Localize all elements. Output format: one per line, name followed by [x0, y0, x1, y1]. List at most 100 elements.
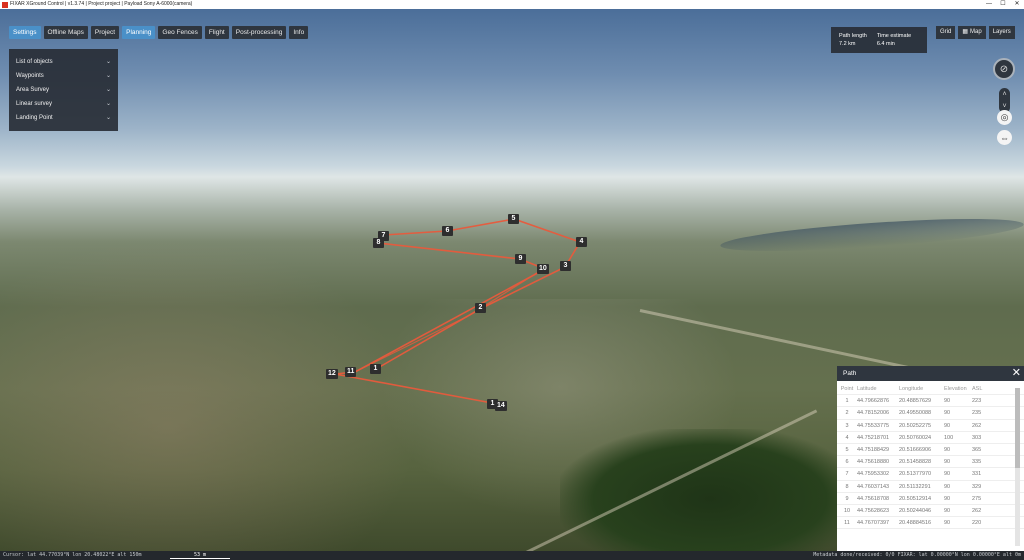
table-cell: 90	[944, 471, 951, 478]
table-cell: 20.48884516	[899, 520, 932, 527]
waypoint-marker[interactable]: 12	[326, 369, 338, 379]
window-titlebar: FIXAR XGround Control | v1.3.74 | Projec…	[0, 0, 1024, 9]
table-cell: 20.50244046	[899, 507, 932, 514]
table-row[interactable]: 9 44.75618708 20.50512914 90 275	[837, 493, 1024, 505]
layers-button[interactable]: Layers	[988, 26, 1015, 39]
table-cell: 44.75218701	[857, 434, 890, 441]
waypoint-marker[interactable]: 1	[370, 364, 381, 374]
scrollbar-thumb[interactable]	[1015, 388, 1020, 468]
path-length-value: 7.2 km	[839, 41, 856, 47]
table-cell: 44.75628623	[857, 507, 890, 514]
table-cell: 9	[845, 495, 849, 502]
view-toolbar: Grid ▦ Map Layers	[936, 26, 1015, 39]
table-row[interactable]: 3 44.75533775 20.50252275 90 262	[837, 420, 1024, 432]
table-cell: 20.51666906	[899, 446, 932, 453]
table-row[interactable]: 7 44.75953302 20.51377970 90 331	[837, 468, 1024, 481]
table-cell: 4	[845, 434, 849, 441]
table-row[interactable]: 6 44.75618880 20.51458828 90 335	[837, 456, 1024, 469]
table-cell: 262	[972, 507, 982, 514]
path-table-panel: Path ✕ Point Latitude Longitude Elevatio…	[837, 366, 1024, 551]
table-cell: 262	[972, 422, 982, 429]
menu-project[interactable]: Project	[90, 26, 120, 39]
waypoint-marker[interactable]: 10	[537, 264, 549, 274]
close-icon[interactable]: ✕	[1012, 366, 1021, 381]
menu-flight[interactable]: Flight	[204, 26, 229, 39]
locate-icon[interactable]: ◎	[997, 110, 1012, 125]
table-cell: 6	[845, 459, 849, 466]
area-survey-row[interactable]: Area Survey ⌄	[9, 83, 118, 97]
compass-icon[interactable]: ⊘	[993, 58, 1015, 80]
zoom-in-icon[interactable]: ˄	[1002, 91, 1006, 98]
table-cell: 365	[972, 446, 982, 453]
table-row[interactable]: 11 44.76707397 20.48884516 90 220	[837, 517, 1024, 530]
table-cell: 20.48857629	[899, 398, 932, 405]
route-line	[334, 218, 582, 407]
table-cell: 20.50512914	[899, 495, 932, 502]
table-row[interactable]: 8 44.76037143 20.51132291 90 329	[837, 481, 1024, 493]
table-row[interactable]: 10 44.75628623 20.50244046 90 262	[837, 505, 1024, 518]
objects-panel: List of objects ⌄ Waypoints ⌄ Area Survey ⌄…	[9, 49, 118, 131]
status-bar: Cursor: lat 44.77039°N lon 20.48022°E al…	[0, 551, 1024, 560]
map-button[interactable]: ▦ Map	[958, 26, 986, 39]
table-cell: 100	[944, 434, 954, 441]
chevron-down-icon: ⌄	[105, 115, 111, 121]
table-header: Point Latitude Longitude Elevation ASL	[837, 383, 1024, 396]
table-cell: 44.75618708	[857, 495, 890, 502]
chevron-down-icon: ⌄	[105, 87, 111, 93]
waypoint-marker[interactable]: 9	[515, 254, 526, 264]
table-cell: 90	[944, 495, 951, 502]
menu-planning[interactable]: Planning	[122, 26, 156, 39]
fit-view-icon[interactable]: ⇔	[997, 130, 1012, 145]
table-cell: 8	[845, 483, 849, 490]
window-title: FIXAR XGround Control | v1.3.74 | Projec…	[10, 1, 193, 7]
waypoint-marker[interactable]: 4	[576, 237, 587, 247]
table-cell: 2	[845, 410, 849, 417]
waypoint-marker[interactable]: 3	[560, 261, 571, 271]
table-cell: 20.51458828	[899, 459, 932, 466]
menu-geo-fences[interactable]: Geo Fences	[158, 26, 202, 39]
table-row[interactable]: 4 44.75218701 20.50760024 100 303	[837, 432, 1024, 444]
path-panel-title: Path	[843, 370, 857, 377]
table-cell: 44.75953302	[857, 471, 890, 478]
landing-point-row[interactable]: Landing Point ⌄	[9, 111, 118, 125]
menu-settings[interactable]: Settings	[9, 26, 41, 39]
menu-post-processing[interactable]: Post-processing	[231, 26, 287, 39]
table-cell: 44.76707397	[857, 520, 890, 527]
objects-list-row[interactable]: List of objects ⌄	[9, 55, 118, 69]
table-cell: 223	[972, 398, 982, 405]
menu-offline-maps[interactable]: Offline Maps	[43, 26, 88, 39]
table-cell: 303	[972, 434, 982, 441]
waypoint-marker[interactable]: 14	[495, 401, 507, 411]
path-length-label: Path length	[839, 33, 867, 39]
waypoint-marker[interactable]: 8	[373, 238, 384, 248]
waypoint-marker[interactable]: 5	[508, 214, 519, 224]
close-window-button[interactable]: ✕	[1010, 0, 1024, 9]
waypoints-row[interactable]: Waypoints ⌄	[9, 69, 118, 83]
waypoint-marker[interactable]: 6	[442, 226, 453, 236]
maximize-button[interactable]: ☐	[996, 0, 1010, 9]
waypoint-marker[interactable]: 2	[475, 303, 486, 313]
table-scrollbar[interactable]	[1015, 388, 1020, 546]
menu-info[interactable]: Info	[289, 26, 309, 39]
table-row[interactable]: 1 44.79662876 20.48857629 90 223	[837, 395, 1024, 408]
table-cell: 335	[972, 459, 982, 466]
grid-button[interactable]: Grid	[936, 26, 956, 39]
table-cell: 20.51377970	[899, 471, 932, 478]
table-cell: 3	[845, 422, 849, 429]
table-row[interactable]: 2 44.78152006 20.49550088 90 235	[837, 407, 1024, 420]
table-cell: 90	[944, 446, 951, 453]
chevron-down-icon: ⌄	[105, 101, 111, 107]
table-cell: 90	[944, 410, 951, 417]
linear-survey-row[interactable]: Linear survey ⌄	[9, 97, 118, 111]
table-cell: 20.51132291	[899, 483, 931, 490]
table-cell: 275	[972, 495, 982, 502]
waypoint-marker[interactable]: 11	[345, 367, 357, 377]
table-row[interactable]: 5 44.75188429 20.51666906 90 365	[837, 444, 1024, 457]
minimize-button[interactable]: —	[982, 0, 996, 9]
map-scale: 53 m	[170, 552, 230, 559]
table-cell: 10	[843, 507, 851, 514]
table-cell: 90	[944, 483, 951, 490]
table-body: 1 44.79662876 20.48857629 90 223 2 44.78152006…	[837, 395, 1024, 530]
telemetry-status: Metadata done/received: 0/0 FIXAR: lat 0…	[813, 552, 1021, 558]
table-cell: 5	[845, 446, 849, 453]
